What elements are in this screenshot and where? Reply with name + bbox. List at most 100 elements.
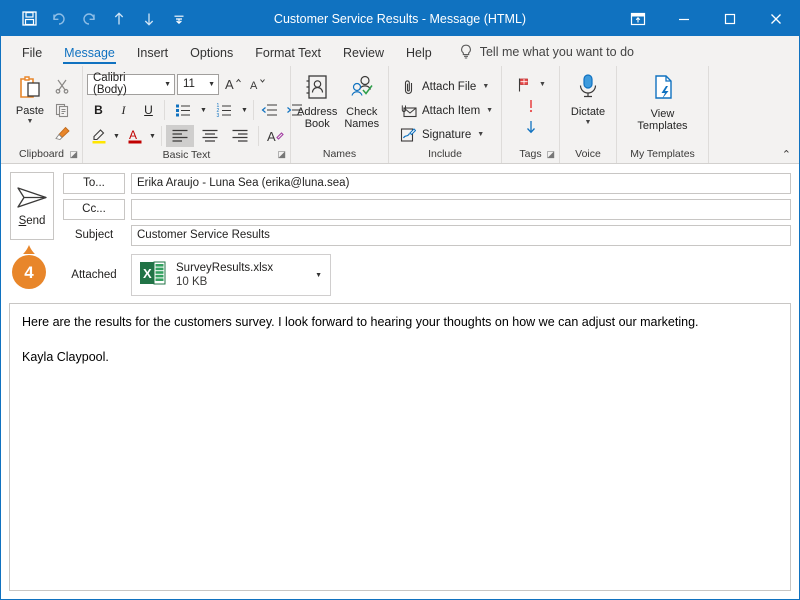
cc-button[interactable]: Cc... — [63, 198, 125, 220]
copy-button[interactable] — [53, 98, 71, 121]
ribbon-group-include-label: Include — [428, 148, 462, 160]
microphone-icon — [575, 73, 601, 104]
signature-button[interactable]: Signature ▼ — [395, 123, 497, 146]
tab-options[interactable]: Options — [179, 46, 244, 66]
close-icon[interactable] — [753, 1, 799, 36]
send-arrow-icon — [17, 187, 47, 208]
chevron-down-icon[interactable]: ▼ — [477, 131, 484, 138]
highlight-chevron-down-icon[interactable]: ▼ — [112, 133, 121, 140]
numbering-button[interactable]: 123 — [210, 99, 238, 121]
low-importance-button[interactable] — [522, 117, 540, 137]
tags-dialog-launcher-icon[interactable]: ◪ — [546, 147, 555, 161]
format-painter-button[interactable] — [53, 122, 71, 145]
numbering-chevron-down-icon[interactable]: ▼ — [240, 107, 249, 114]
align-right-button[interactable] — [226, 125, 254, 147]
svg-text:X: X — [143, 266, 152, 281]
chevron-down-icon[interactable]: ▼ — [27, 118, 34, 126]
send-button[interactable]: Send — [10, 172, 54, 240]
text-highlight-color-button[interactable] — [87, 125, 110, 147]
tab-review[interactable]: Review — [332, 46, 395, 66]
save-icon[interactable] — [15, 5, 43, 33]
attachment-item[interactable]: X SurveyResults.xlsx 10 KB ▼ — [131, 254, 331, 296]
next-item-icon[interactable] — [135, 5, 163, 33]
cc-input[interactable] — [131, 198, 791, 220]
redo-icon[interactable] — [75, 5, 103, 33]
cc-row: Cc... — [63, 198, 791, 220]
attachment-meta: SurveyResults.xlsx 10 KB — [176, 261, 315, 289]
bold-button[interactable]: B — [87, 99, 110, 121]
font-color-button[interactable]: A — [123, 125, 146, 147]
ribbon-tab-strip: File Message Insert Options Format Text … — [1, 36, 799, 66]
follow-up-button[interactable]: ▼ — [515, 74, 546, 95]
tell-me-label: Tell me what you want to do — [479, 45, 634, 59]
chevron-down-icon[interactable]: ▼ — [158, 81, 171, 88]
attached-label: Attached — [71, 269, 117, 281]
ribbon-filler: ⌃ — [709, 66, 799, 163]
bullets-button[interactable] — [169, 99, 197, 121]
send-label: Send — [18, 215, 46, 227]
customize-quick-access-toolbar-icon[interactable] — [165, 5, 193, 33]
body-paragraph-1: Here are the results for the customers s… — [22, 315, 699, 329]
check-names-button[interactable]: Check Names — [342, 71, 383, 130]
to-input[interactable]: Erika Araujo - Luna Sea (erika@luna.sea) — [131, 172, 791, 194]
font-name-combo[interactable]: Calibri (Body) ▼ — [87, 72, 175, 96]
to-row: To... Erika Araujo - Luna Sea (erika@lun… — [63, 172, 791, 194]
attachment-file-size: 10 KB — [176, 276, 208, 288]
to-button[interactable]: To... — [63, 172, 125, 194]
tab-file[interactable]: File — [11, 46, 53, 66]
dictate-button[interactable]: Dictate ▼ — [566, 71, 610, 127]
tab-help[interactable]: Help — [395, 46, 443, 66]
previous-item-icon[interactable] — [105, 5, 133, 33]
align-center-button[interactable] — [196, 125, 224, 147]
ribbon-display-options-icon[interactable] — [615, 1, 661, 36]
clipboard-dialog-launcher-icon[interactable]: ◪ — [69, 147, 78, 161]
font-color-chevron-down-icon[interactable]: ▼ — [148, 133, 157, 140]
address-book-button[interactable]: Address Book — [297, 71, 338, 130]
shrink-font-button[interactable]: A — [246, 73, 269, 95]
step-badge: 4 — [10, 245, 48, 290]
underline-button[interactable]: U — [137, 99, 160, 121]
italic-button[interactable]: I — [112, 99, 135, 121]
check-names-icon — [348, 73, 376, 104]
grow-font-button[interactable]: A — [221, 73, 244, 95]
decrease-indent-button[interactable] — [258, 99, 281, 121]
attach-file-button[interactable]: Attach File ▼ — [395, 75, 497, 98]
minimize-icon[interactable] — [661, 1, 707, 36]
font-size-combo[interactable]: 11 ▼ — [177, 73, 219, 95]
attachment-chevron-down-icon[interactable]: ▼ — [315, 272, 326, 279]
ribbon: Paste ▼ Clipboard ◪ Calibri (Body) ▼ 11 … — [1, 66, 799, 164]
chevron-down-icon[interactable]: ▼ — [585, 119, 592, 127]
tab-format-text[interactable]: Format Text — [244, 46, 332, 66]
view-templates-label-line1: View — [650, 108, 675, 120]
scissors-icon — [53, 77, 71, 95]
tab-message[interactable]: Message — [53, 46, 126, 66]
tell-me-search[interactable]: Tell me what you want to do — [443, 44, 644, 66]
check-names-label-line1: Check — [346, 106, 378, 118]
cut-button[interactable] — [53, 74, 71, 97]
view-templates-button[interactable]: View Templates — [628, 71, 698, 132]
basic-text-dialog-launcher-icon[interactable]: ◪ — [277, 147, 286, 161]
paste-button[interactable]: Paste ▼ — [7, 71, 53, 126]
tab-insert[interactable]: Insert — [126, 46, 179, 66]
maximize-icon[interactable] — [707, 1, 753, 36]
subject-input[interactable]: Customer Service Results — [131, 224, 791, 246]
message-body[interactable]: Here are the results for the customers s… — [9, 303, 791, 591]
chevron-down-icon[interactable]: ▼ — [486, 107, 493, 114]
clear-all-formatting-button[interactable]: A — [263, 125, 286, 147]
svg-text:A: A — [250, 80, 258, 92]
undo-icon[interactable] — [45, 5, 73, 33]
high-importance-button[interactable] — [522, 96, 540, 116]
collapse-ribbon-icon[interactable]: ⌃ — [782, 148, 791, 161]
svg-text:A: A — [267, 129, 276, 144]
attached-row: Attached X SurveyResults.xlsx 10 KB ▼ — [63, 253, 791, 297]
chevron-down-icon[interactable]: ▼ — [202, 81, 215, 88]
attach-item-button[interactable]: Attach Item ▼ — [395, 99, 497, 122]
subject-label: Subject — [74, 229, 114, 241]
body-paragraph-2: Kayla Claypool. — [22, 350, 109, 364]
align-left-button[interactable] — [166, 125, 194, 147]
chevron-down-icon[interactable]: ▼ — [482, 83, 489, 90]
bullets-chevron-down-icon[interactable]: ▼ — [199, 107, 208, 114]
attach-file-label: Attach File — [422, 80, 477, 93]
chevron-down-icon[interactable]: ▼ — [539, 81, 546, 88]
ribbon-group-clipboard: Paste ▼ Clipboard ◪ — [1, 66, 83, 163]
